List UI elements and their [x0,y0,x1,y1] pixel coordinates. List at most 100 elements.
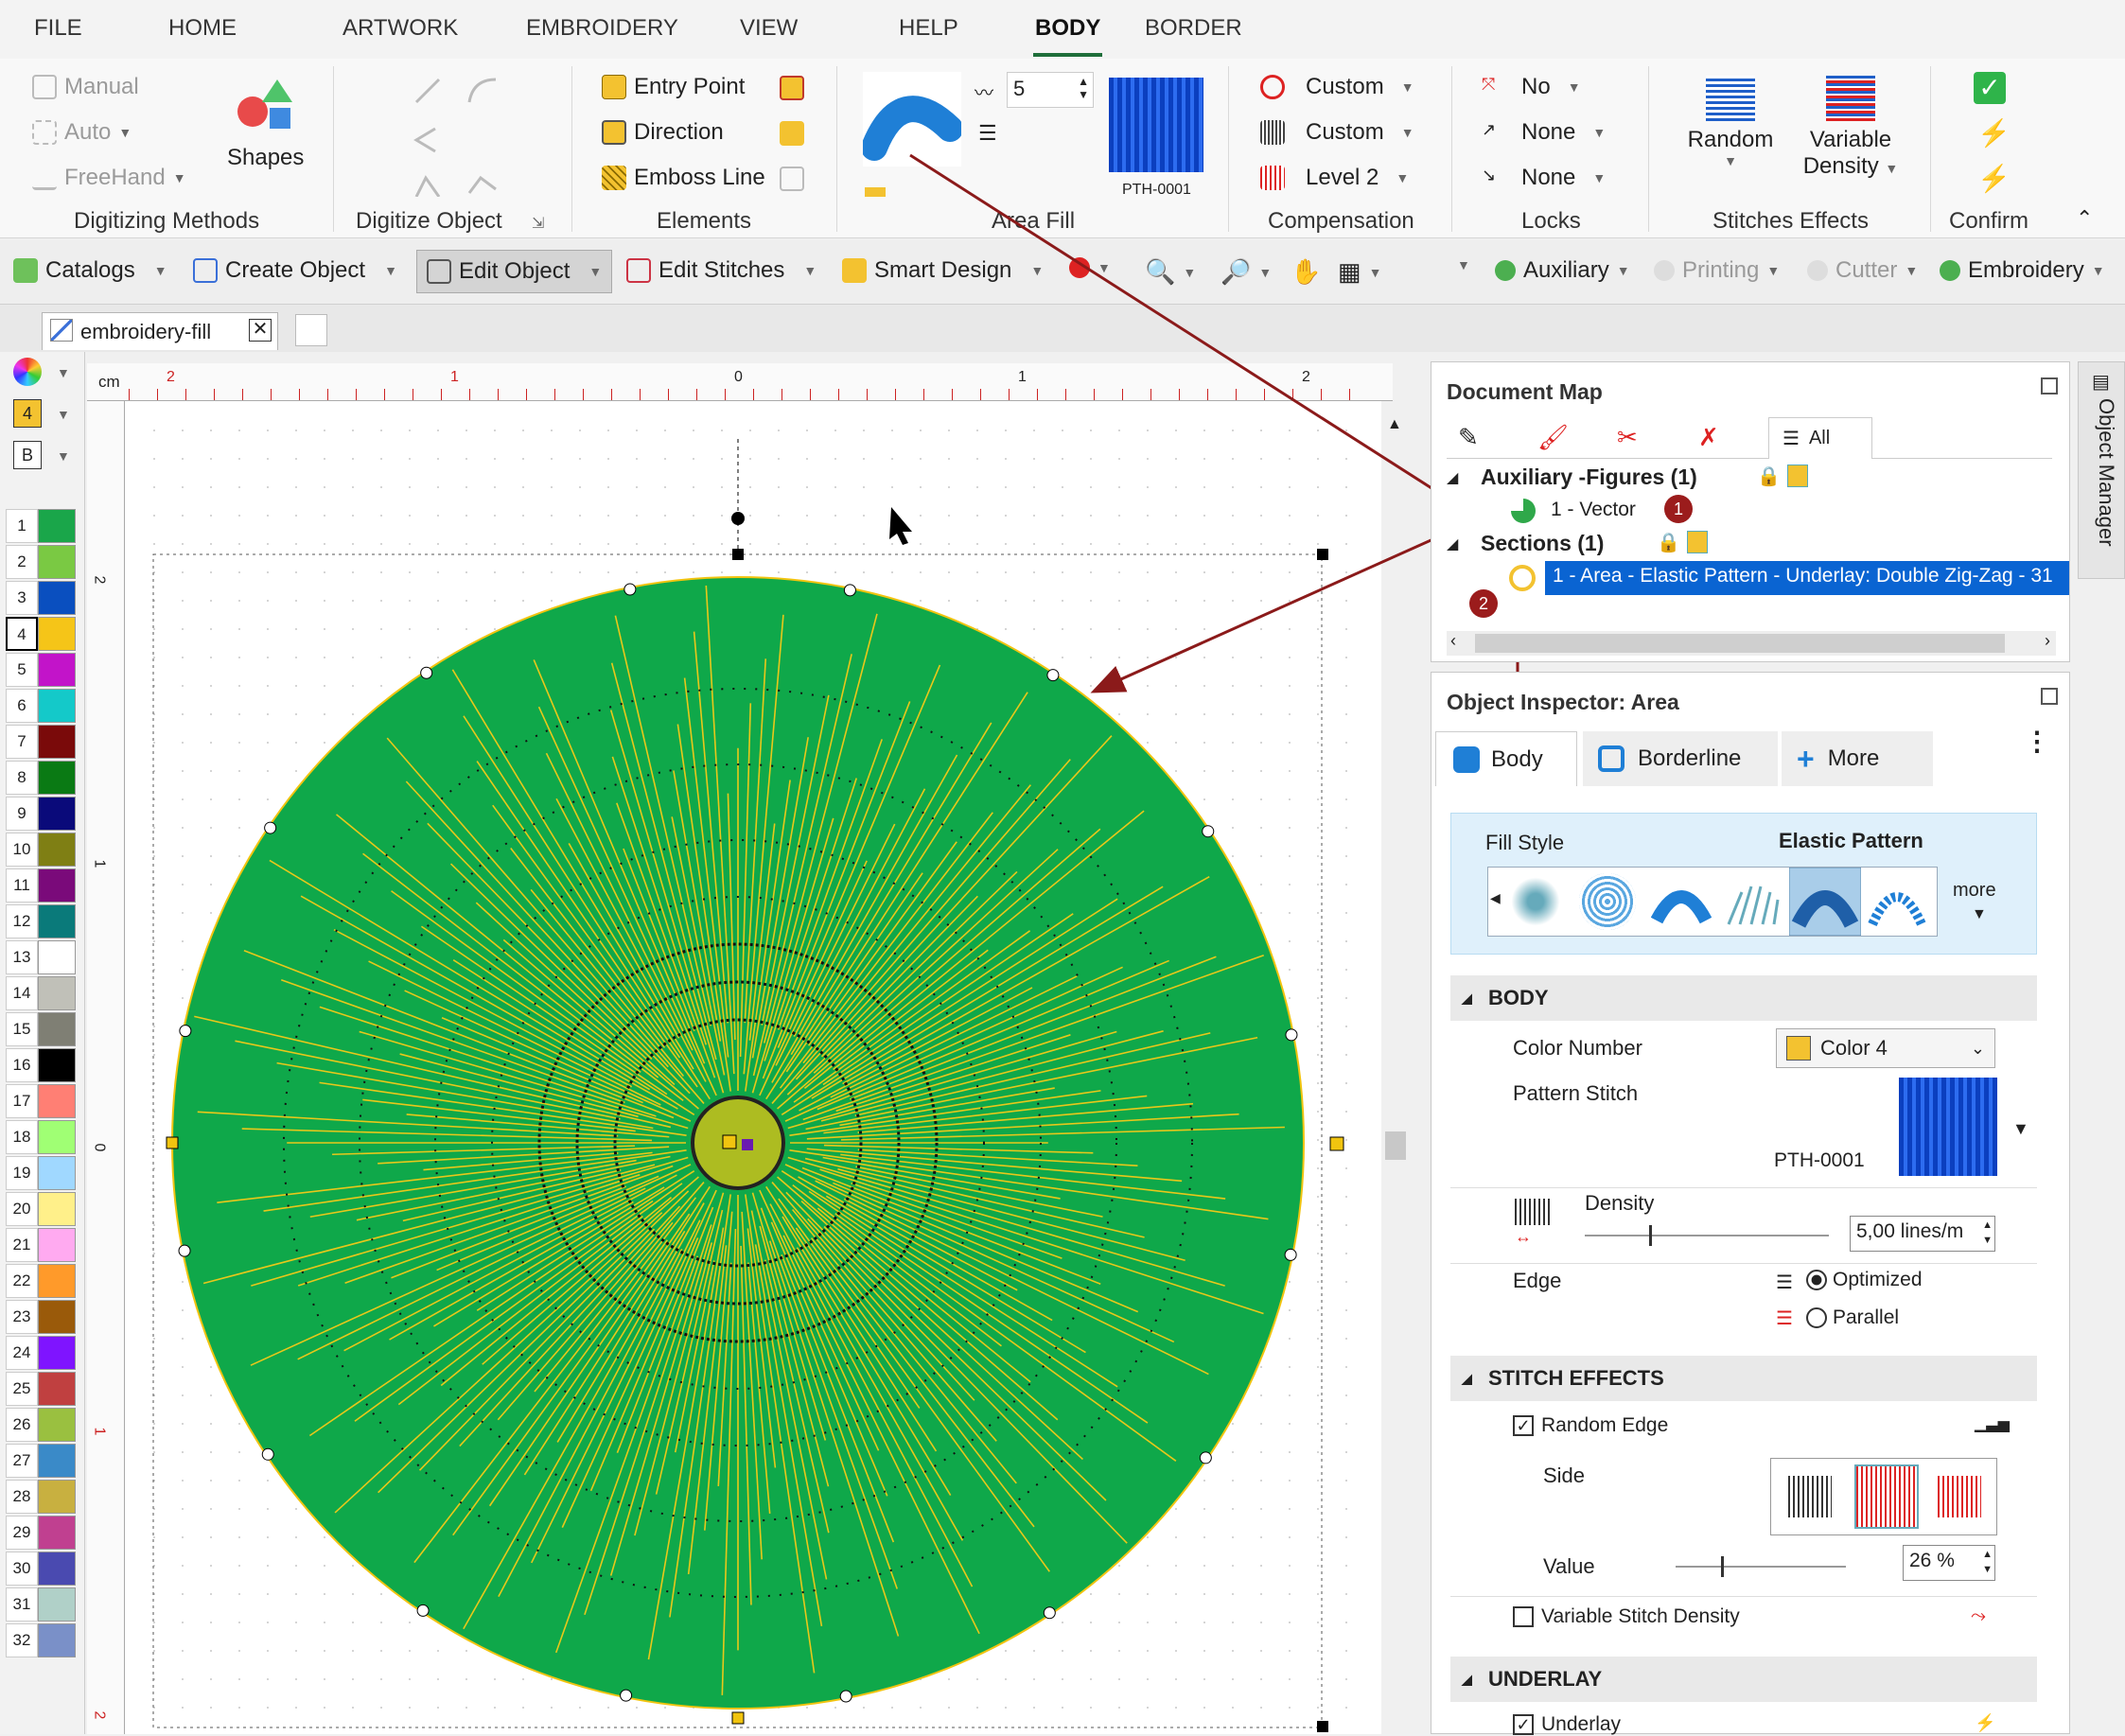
pattern-stitch-preview[interactable] [1109,78,1203,172]
outline-node[interactable] [839,1690,852,1703]
emboss-line-button[interactable]: Emboss Line [602,165,765,191]
lock-icon[interactable]: 🔒 [1757,465,1781,488]
scroll-left-icon[interactable]: ◀ [1490,890,1501,906]
value-input[interactable]: 26 % ▲ ▼ [1903,1545,1995,1581]
document-tab[interactable]: embroidery-fill ✕ [42,312,278,350]
tab-file[interactable]: FILE [34,15,82,42]
palette-swatch-12[interactable]: 12 [6,904,79,938]
scissors-icon[interactable]: ✂ [1617,423,1638,452]
palette-swatch-31[interactable]: 31 [6,1587,79,1622]
outline-node[interactable] [1285,1028,1298,1042]
outline-node[interactable] [416,1604,430,1617]
tab-all[interactable]: ☰ All [1768,417,1872,459]
dialog-launcher-icon[interactable]: ⇲ [532,214,544,233]
node-bottom[interactable] [731,1711,745,1725]
maximize-icon[interactable] [2041,377,2058,395]
palette-swatch-18[interactable]: 18 [6,1120,79,1154]
tab-home[interactable]: HOME [168,15,237,42]
tab-help[interactable]: HELP [899,15,958,42]
exit-point-marker[interactable] [742,1139,753,1150]
palette-swatch-13[interactable]: 13 [6,940,79,974]
tab-borderline[interactable]: Borderline [1583,731,1778,786]
color-number-select[interactable]: Color 4 ⌄ [1776,1028,1995,1068]
auto-button[interactable]: Auto ▼ [32,119,132,146]
sections-node[interactable]: Sections (1) [1481,531,1604,556]
palette-swatch-26[interactable]: 26 [6,1408,79,1442]
scroll-right-icon[interactable]: › [2045,631,2050,651]
fill-style-satin-icon[interactable] [1507,873,1564,930]
canvas-scrollbar[interactable]: ▲ [1381,401,1410,1734]
palette-swatch-16[interactable]: 16 [6,1048,79,1082]
entry-point-marker[interactable] [722,1134,737,1149]
elastic-fill-preview[interactable] [861,72,963,167]
resize-handle-top-right[interactable] [1317,549,1328,560]
outline-node[interactable] [1199,1451,1212,1464]
outline-node[interactable] [420,666,433,679]
brush-icon[interactable]: 🖌 [1537,423,1569,452]
list-icon[interactable]: ☰ [978,121,997,146]
catalogs-button[interactable]: Catalogs ▼ [13,257,167,284]
grid-icon[interactable]: ▦ ▼ [1338,257,1381,287]
palette-swatch-25[interactable]: 25 [6,1372,79,1406]
fill-style-radial-icon[interactable] [1723,873,1783,930]
more-fill-styles-button[interactable]: more [1953,880,1996,902]
current-color-indicator[interactable]: 4 [13,399,42,428]
palette-swatch-9[interactable]: 9 [6,797,79,831]
edge-optimized-radio[interactable]: Optimized [1806,1269,1923,1291]
variable-density-button[interactable]: Variable Density ▼ [1794,76,1907,180]
palette-swatch-1[interactable]: 1 [6,509,79,543]
outline-node[interactable] [1202,825,1215,838]
lock-dropdown-2[interactable]: ↗ None ▼ [1482,119,1606,146]
palette-swatch-3[interactable]: 3 [6,581,79,615]
scroll-thumb[interactable] [1385,1131,1406,1160]
palette-swatch-24[interactable]: 24 [6,1336,79,1370]
side-left-option[interactable] [1788,1476,1832,1517]
toolbar-overflow-icon[interactable]: ▼ [1457,257,1470,272]
palette-swatch-30[interactable]: 30 [6,1552,79,1586]
visibility-icon[interactable] [1787,465,1808,487]
collapse-ribbon-icon[interactable]: ⌃ [2076,206,2093,231]
side-right-option[interactable] [1938,1476,1981,1517]
value-slider-thumb[interactable] [1721,1556,1724,1577]
tab-border[interactable]: BORDER [1145,15,1242,42]
scroll-thumb[interactable] [1475,634,2005,653]
close-tab-icon[interactable]: ✕ [249,319,272,342]
tab-artwork[interactable]: ARTWORK [342,15,458,42]
value-slider-track[interactable] [1676,1566,1846,1568]
embroidery-design[interactable] [125,401,1383,1734]
tab-embroidery[interactable]: EMBROIDERY [526,15,678,42]
fill-style-dotted-arc-icon[interactable] [1867,873,1927,930]
stitch-effects-section-header[interactable]: ◢ STITCH EFFECTS [1450,1356,2037,1401]
palette-swatch-7[interactable]: 7 [6,725,79,759]
confirm-check-icon[interactable]: ✓ [1974,72,2006,104]
scroll-left-icon[interactable]: ‹ [1450,631,1456,651]
node-left[interactable] [166,1136,179,1149]
area-fill-value-input[interactable]: 5 ▲ ▼ [1007,72,1094,108]
printing-toggle[interactable]: Printing ▼ [1654,257,1780,284]
palette-swatch-15[interactable]: 15 [6,1012,79,1046]
manual-button[interactable]: Manual [32,74,139,100]
node-right[interactable] [1329,1136,1344,1151]
collapse-arrow-icon[interactable]: ◢ [1447,535,1458,553]
aux-figures-node[interactable]: Auxiliary -Figures (1) [1481,465,1697,490]
new-tab-icon[interactable] [295,314,327,346]
freehand-button[interactable]: FreeHand ▼ [32,165,186,191]
palette-swatch-19[interactable]: 19 [6,1156,79,1190]
palette-swatch-17[interactable]: 17 [6,1084,79,1118]
tab-view[interactable]: VIEW [740,15,798,42]
palette-swatch-8[interactable]: 8 [6,761,79,795]
pattern-stitch-swatch[interactable] [1899,1078,1997,1176]
palette-swatch-4[interactable]: 4 [6,617,79,651]
outline-node[interactable] [620,1689,633,1702]
outline-node[interactable] [843,584,856,597]
cutter-toggle[interactable]: Cutter ▼ [1807,257,1918,284]
palette-swatch-21[interactable]: 21 [6,1228,79,1262]
pencil-icon[interactable]: ✎ [1458,423,1479,452]
pattern-dropdown-icon[interactable]: ▼ [2012,1119,2029,1139]
confirm-flash-icon[interactable]: ⚡ [1977,163,2011,194]
random-edge-checkbox[interactable]: ✓ Random Edge [1513,1414,1668,1437]
palette-swatch-6[interactable]: 6 [6,689,79,723]
palette-swatch-29[interactable]: 29 [6,1516,79,1550]
edit-object-button[interactable]: Edit Object ▼ [416,250,613,293]
direction-button[interactable]: Direction [602,119,724,146]
